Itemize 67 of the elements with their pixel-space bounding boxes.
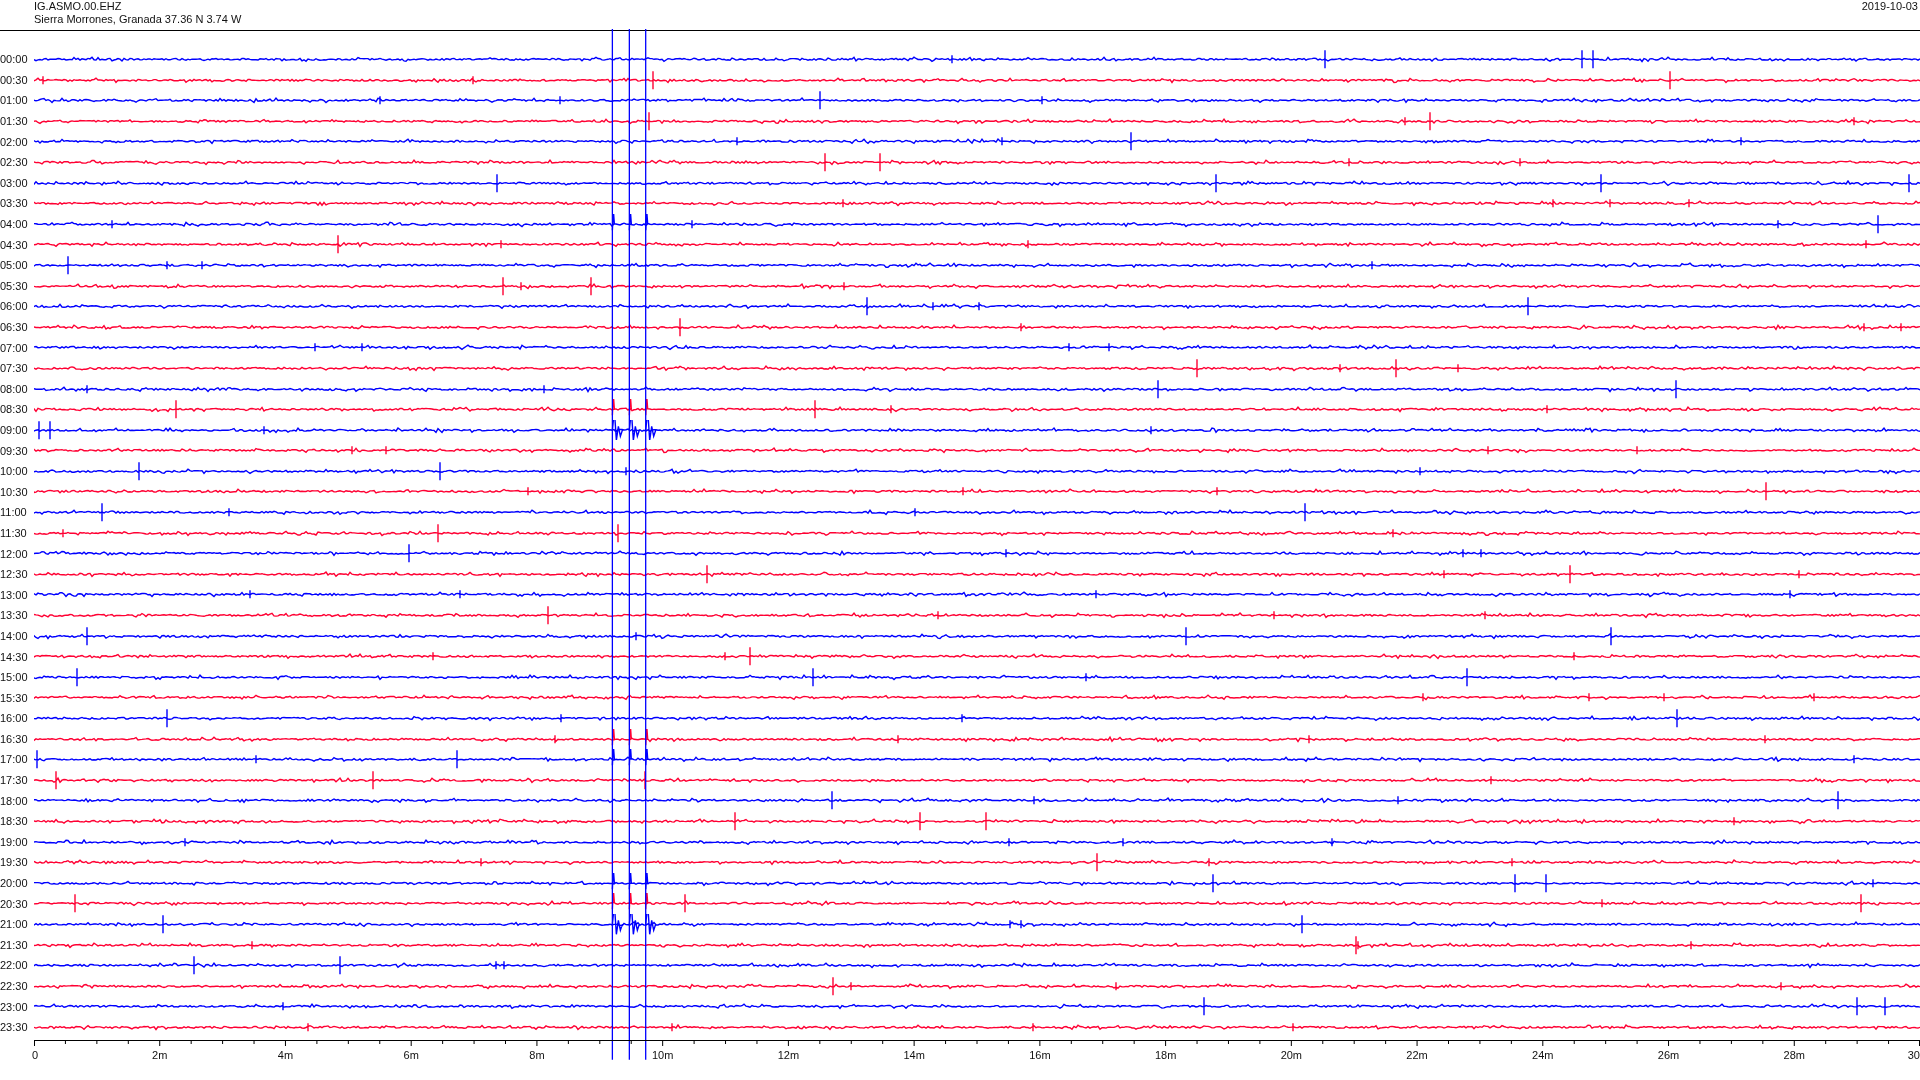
time-label: 14:00 <box>0 629 29 642</box>
tick-label: 12m <box>777 1048 800 1061</box>
time-label: 07:30 <box>0 362 29 375</box>
time-label: 19:00 <box>0 835 29 848</box>
time-label: 06:30 <box>0 321 29 333</box>
time-label: 17:00 <box>0 753 29 766</box>
time-label: 06:00 <box>0 300 29 313</box>
tick-label: 8m <box>529 1048 545 1061</box>
time-label: 13:30 <box>0 609 29 622</box>
time-label: 03:00 <box>0 176 29 189</box>
time-label: 05:00 <box>0 259 29 272</box>
tick-label: 26m <box>1657 1048 1680 1061</box>
time-label: 10:00 <box>0 465 29 478</box>
tick-label: 22m <box>1406 1048 1428 1061</box>
tick-label: 2m <box>152 1048 168 1061</box>
time-label: 15:30 <box>0 691 29 704</box>
tick-label: 24m <box>1532 1048 1554 1061</box>
time-label: 20:00 <box>0 877 29 890</box>
time-label: 21:00 <box>0 918 29 931</box>
time-label: 20:30 <box>0 897 29 910</box>
time-label: 22:30 <box>0 980 29 992</box>
tick-label: 30 <box>1907 1048 1920 1061</box>
time-label: 23:00 <box>0 1000 29 1013</box>
date-label: 2019-10-03 <box>1861 0 1918 14</box>
tick-label: 4m <box>277 1048 294 1061</box>
time-label: 04:30 <box>0 238 29 251</box>
time-label: 08:30 <box>0 403 29 416</box>
time-label: 02:00 <box>0 135 29 148</box>
time-label: 09:00 <box>0 424 29 436</box>
time-label: 03:30 <box>0 197 29 210</box>
time-label: 21:30 <box>0 938 29 951</box>
time-label: 09:30 <box>0 444 29 457</box>
tick-label: 14m <box>903 1048 925 1061</box>
tick-label: 20m <box>1280 1048 1303 1061</box>
time-label: 01:30 <box>0 115 29 128</box>
time-label: 16:00 <box>0 712 29 725</box>
time-label: 22:00 <box>0 959 29 972</box>
tick-label: 0 <box>32 1048 39 1061</box>
time-label: 13:00 <box>0 588 29 601</box>
time-label: 00:30 <box>0 73 29 86</box>
time-label: 08:00 <box>0 382 29 395</box>
time-label: 11:30 <box>0 526 28 539</box>
time-label: 18:30 <box>0 815 29 828</box>
time-label: 14:30 <box>0 650 29 663</box>
tick-label: 10m <box>651 1048 674 1061</box>
tick-label: 16m <box>1029 1048 1051 1061</box>
station-location: Sierra Morrones, Granada 37.36 N 3.74 W <box>34 13 242 26</box>
time-label: 11:00 <box>0 506 28 519</box>
time-label: 15:00 <box>0 671 29 684</box>
tick-label: 28m <box>1783 1048 1805 1061</box>
time-label: 12:00 <box>0 547 29 560</box>
tick-label: 18m <box>1154 1048 1177 1061</box>
time-label: 01:00 <box>0 94 29 107</box>
channel-code: IG.ASMO.00.EHZ <box>34 0 123 13</box>
time-label: 23:30 <box>0 1021 29 1034</box>
time-label: 16:30 <box>0 732 29 745</box>
time-label: 18:00 <box>0 794 29 807</box>
time-label: 00:00 <box>0 53 29 66</box>
time-label: 19:30 <box>0 856 29 869</box>
time-label: 12:30 <box>0 568 29 581</box>
time-label: 10:30 <box>0 485 29 498</box>
time-label: 07:00 <box>0 341 29 354</box>
time-label: 04:00 <box>0 218 29 231</box>
tick-label: 6m <box>403 1048 419 1061</box>
time-label: 05:30 <box>0 279 29 292</box>
time-label: 17:30 <box>0 774 29 787</box>
time-label: 02:30 <box>0 156 29 169</box>
